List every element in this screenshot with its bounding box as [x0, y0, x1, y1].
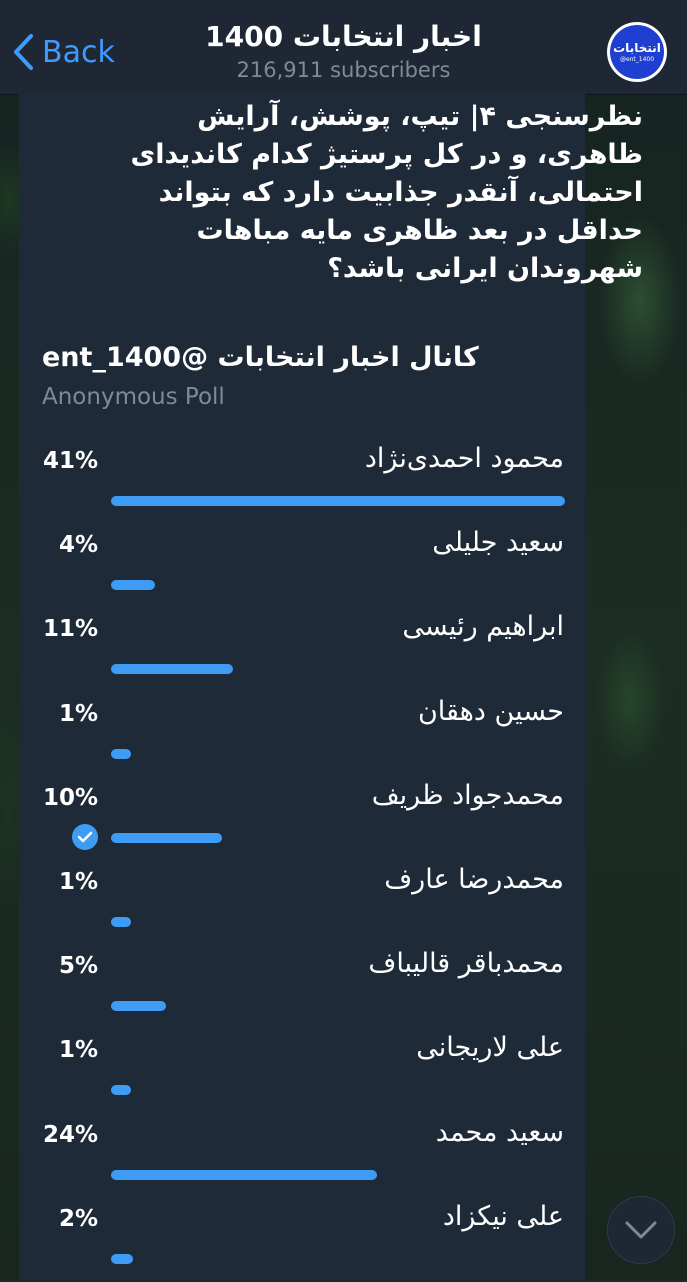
poll-option-label: حسین دهقان [417, 696, 564, 727]
poll-option-bar [111, 664, 233, 674]
channel-title: اخبار انتخابات 1400 [205, 20, 482, 53]
poll-option-bar [111, 1170, 377, 1180]
poll-option-bar [111, 580, 155, 590]
avatar-logo: انتخابات @ent_1400 [610, 25, 664, 79]
poll-option-percent: 2% [58, 1206, 98, 1232]
poll-option-label: علی نیکزاد [442, 1201, 564, 1232]
poll-option-label: محمدرضا عارف [384, 864, 564, 895]
poll-option-percent: 1% [58, 869, 98, 895]
poll-option-bar [111, 833, 222, 843]
chevron-left-icon [14, 34, 33, 70]
poll-option-label: ابراهیم رئیسی [402, 611, 564, 642]
poll-option-label: محمدباقر قالیباف [368, 948, 564, 979]
poll-option: 1% علی لاریجانی [30, 1029, 570, 1113]
poll-option-bar [111, 1085, 131, 1095]
poll-option: 41% محمود احمدی‌نژاد [30, 440, 570, 524]
poll-option-label: محمود احمدی‌نژاد [364, 443, 564, 474]
chevron-down-icon [625, 1221, 657, 1239]
channel-avatar[interactable]: انتخابات @ent_1400 [607, 22, 667, 82]
poll-option-label: سعید جلیلی [432, 527, 564, 558]
poll-option-bar [111, 496, 565, 506]
poll-option: 2% علی نیکزاد [30, 1198, 570, 1282]
checkmark-icon [72, 824, 98, 850]
poll-option-label: محمدجواد ظریف [371, 780, 564, 811]
poll-type-label: Anonymous Poll [42, 384, 225, 410]
poll-channel-line: کانال اخبار انتخابات @ent_1400 [42, 342, 479, 373]
poll-option-percent: 1% [58, 701, 98, 727]
poll-option-bar [111, 1001, 166, 1011]
poll-option: 10% محمدجواد ظریف [30, 777, 570, 861]
poll-option: 5% محمدباقر قالیباف [30, 945, 570, 1029]
back-button[interactable]: Back [12, 30, 115, 74]
poll-option-label: سعید محمد [435, 1117, 564, 1148]
poll-option-percent: 4% [58, 532, 98, 558]
back-label: Back [42, 34, 115, 70]
avatar-handle: @ent_1400 [619, 56, 655, 63]
poll-question: نظرسنجی ۴| تیپ، پوشش، آرایش ظاهری، و در … [130, 101, 643, 284]
chat-header: Back اخبار انتخابات 1400 216,911 subscri… [0, 0, 687, 95]
subscriber-count: 216,911 subscribers [236, 58, 451, 82]
poll-option: 1% حسین دهقان [30, 693, 570, 777]
poll-option-label: علی لاریجانی [416, 1032, 564, 1063]
poll-option-percent: 41% [42, 448, 98, 474]
poll-option: 11% ابراهیم رئیسی [30, 608, 570, 692]
channel-info[interactable]: اخبار انتخابات 1400 216,911 subscribers [160, 18, 527, 84]
poll-option-bar [111, 749, 131, 759]
scroll-down-button[interactable] [607, 1196, 675, 1264]
poll-option-percent: 5% [58, 953, 98, 979]
poll-option: 1% محمدرضا عارف [30, 861, 570, 945]
poll-option-bar [111, 1254, 133, 1264]
poll-option-bar [111, 917, 131, 927]
poll-option-percent: 24% [42, 1122, 98, 1148]
poll-option-percent: 1% [58, 1037, 98, 1063]
avatar-text: انتخابات [613, 41, 661, 55]
poll-option-percent: 11% [42, 616, 98, 642]
poll-option: 4% سعید جلیلی [30, 524, 570, 608]
poll-option-percent: 10% [42, 785, 98, 811]
poll-option: 24% سعید محمد [30, 1114, 570, 1198]
